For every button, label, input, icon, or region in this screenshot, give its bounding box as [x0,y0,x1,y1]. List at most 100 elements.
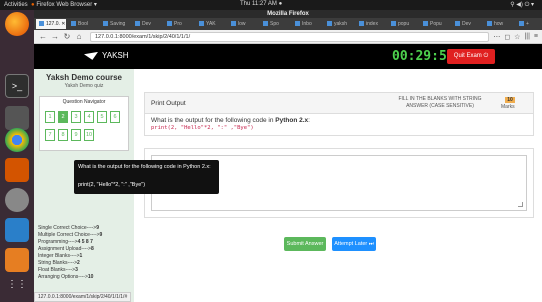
page-actions-icon[interactable]: ⋯ [493,33,500,41]
menu-icon[interactable]: ≡ [534,33,538,41]
tab-favicon-icon [391,21,396,27]
question-title: Print Output [151,100,186,107]
question-button[interactable]: 7 [45,129,55,141]
browser-tab[interactable]: popu [388,19,418,29]
type-count-value: 1 [79,253,83,259]
browser-tab[interactable]: Spo [260,19,290,29]
tooltip-line-2: print(2, "Hello"*2, ":" ,"Bye") [78,182,146,188]
app-menu-label[interactable]: Firefox Web Browser ▾ [36,2,97,8]
type-count-value: 8 [90,246,94,252]
os-app-menu[interactable]: Activities ● Firefox Web Browser ▾ [4,1,97,8]
tab-label: low [238,21,246,27]
launcher: >_ ⋮⋮ [0,10,34,302]
writer-icon[interactable] [5,218,29,242]
type-count-row: Arranging Options---->10 [38,274,102,281]
tab-label: Bool [78,21,89,27]
browser-tab[interactable]: Pro [164,19,194,29]
files-icon[interactable] [5,158,29,182]
question-button[interactable]: 2 [58,111,68,123]
forward-icon[interactable]: → [50,32,60,42]
tab-label: YAK [206,21,216,27]
quit-exam-button[interactable]: Quit Exam ⏻ [447,49,495,64]
question-button[interactable]: 8 [58,129,68,141]
browser-tab[interactable]: how [484,19,514,29]
question-button[interactable]: 9 [71,129,81,141]
submit-answer-button[interactable]: Submit Answer [284,237,326,251]
terminal-icon[interactable]: >_ [5,74,29,98]
settings-icon[interactable] [5,188,29,212]
os-clock[interactable]: Thu 11:27 AM ● [240,1,282,7]
browser-tab[interactable]: Saving [100,19,130,29]
software-icon[interactable] [5,248,29,272]
page-content: YAKSH 00:29:51 Quit Exam ⏻ Yaksh Demo co… [34,44,542,302]
browser-tab[interactable]: + [516,19,542,29]
browser-tab[interactable]: Inbo [292,19,322,29]
tab-favicon-icon [39,21,44,27]
question-text-suffix: : [308,117,310,124]
question-button[interactable]: 6 [110,111,120,123]
tab-label: popu [398,21,410,27]
type-count-row: Single Correct Choice---->9 [38,225,102,232]
browser-tab[interactable]: Popu [420,19,450,29]
browser-tab[interactable]: Dev [452,19,482,29]
browser-tab[interactable]: YAK [196,19,226,29]
firefox-icon[interactable] [5,12,29,36]
question-button[interactable]: 5 [97,111,107,123]
os-top-bar: Activities ● Firefox Web Browser ▾ Thu 1… [0,0,542,10]
url-bar[interactable]: 127.0.0.1:8000/exam/1/skip/2/40/1/1/1/ [90,31,490,42]
home-icon[interactable]: ⌂ [74,32,84,42]
question-button[interactable]: 10 [84,129,94,141]
tab-favicon-icon [103,21,108,27]
tab-label: Spo [270,21,279,27]
question-button[interactable]: 4 [84,111,94,123]
browser-tab[interactable]: index [356,19,386,29]
site-header: YAKSH 00:29:51 Quit Exam ⏻ [34,44,542,69]
yaksh-logo[interactable]: YAKSH [84,51,129,60]
bookmark-star-icon[interactable]: ☆ [514,33,520,41]
chrome-icon[interactable] [5,128,29,152]
reload-icon[interactable]: ↻ [62,32,72,42]
course-subtitle: Yaksh Demo quiz [64,83,104,89]
tab-label: + [526,21,529,27]
tab-favicon-icon [231,21,236,27]
nav-right-icons: ⋯ ◻ ☆ ||| ≡ [493,33,538,41]
course-title: Yaksh Demo course [45,73,123,82]
pocket-icon[interactable]: ◻ [504,33,510,41]
browser-tab[interactable]: 127.0. ✕ [36,19,66,29]
browser-tab[interactable]: Dev [132,19,162,29]
question-tooltip: What is the output for the following cod… [74,160,219,194]
browser-tab[interactable]: yaksh [324,19,354,29]
tab-favicon-icon [455,21,460,27]
tab-favicon-icon [519,21,524,27]
resize-handle-icon[interactable] [518,202,523,207]
type-count-row: Float Blanks---->3 [38,267,102,274]
attempt-later-button[interactable]: Attempt Later ⏭ [332,237,376,251]
tab-favicon-icon [327,21,332,27]
tab-label: Inbo [302,21,312,27]
editor-icon[interactable] [5,106,29,130]
type-count-row: Assignment Upload---->8 [38,246,102,253]
library-icon[interactable]: ||| [524,33,529,41]
url-text: 127.0.0.1:8000/exam/1/skip/2/40/1/1/1/ [95,33,191,40]
tab-label: yaksh [334,21,348,27]
tooltip-line-1: What is the output for the following cod… [78,164,211,170]
type-count-label: Programming----> [38,239,78,245]
type-count-row: Multiple Correct Choice---->9 [38,232,102,239]
tab-favicon-icon [71,21,76,27]
browser-tab[interactable]: Bool [68,19,98,29]
browser-tab[interactable]: low [228,19,258,29]
activities-button[interactable]: Activities [4,2,28,8]
type-count-value: 9 [99,232,103,238]
question-code: print(2, "Hello"*2, ":" ,"Bye") [151,125,254,131]
question-header: Print Output FILL IN THE BLANKS WITH STR… [144,92,534,114]
exam-timer: 00:29:51 [392,49,455,64]
system-tray[interactable]: ⚲ ◀) ⏻ ▾ [510,1,534,9]
question-text-prefix: What is the output for the following cod… [151,117,276,124]
question-button[interactable]: 1 [45,111,55,123]
back-icon[interactable]: ← [38,32,48,42]
tab-favicon-icon [487,21,492,27]
apps-grid-icon[interactable]: ⋮⋮ [5,274,29,298]
type-count-label: String Blanks----> [38,260,78,266]
tab-favicon-icon [263,21,268,27]
question-button[interactable]: 3 [71,111,81,123]
